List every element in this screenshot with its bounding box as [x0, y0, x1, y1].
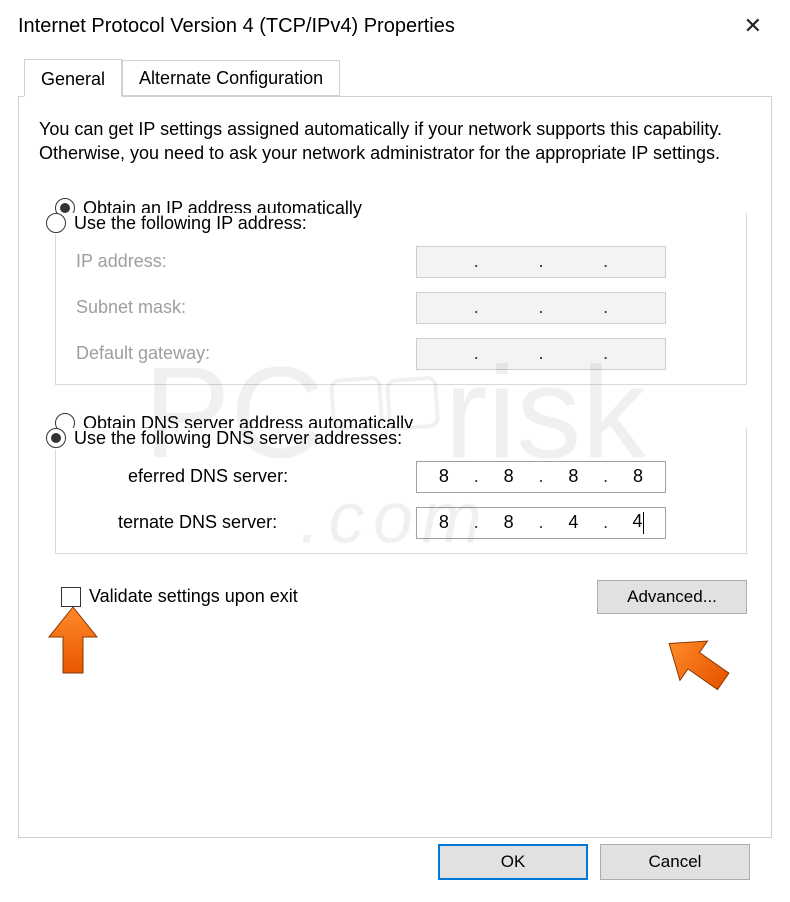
- radio-icon: [46, 428, 66, 448]
- tabs-row: General Alternate Configuration: [24, 58, 772, 96]
- ip-field-grid: IP address: ... Subnet mask: ... Default…: [76, 246, 732, 370]
- dns-field-grid: Preeferred DNS server: 8. 8. 8. 8 Altern…: [76, 461, 732, 539]
- dns-group: Use the following DNS server addresses: …: [55, 428, 747, 554]
- preferred-dns-label: Preeferred DNS server:: [76, 466, 336, 487]
- alternate-dns-label: Alternate DNS server:: [76, 512, 336, 533]
- ip-address-input: ...: [416, 246, 666, 278]
- dns-octet-val: 4: [633, 511, 643, 531]
- checkbox-icon: [61, 587, 81, 607]
- validate-settings-checkbox[interactable]: Validate settings upon exit: [61, 586, 298, 607]
- intro-text: You can get IP settings assigned automat…: [39, 117, 751, 166]
- radio-use-dns-label: Use the following DNS server addresses:: [74, 428, 402, 449]
- validate-settings-label: Validate settings upon exit: [89, 586, 298, 607]
- dot-icon: .: [603, 466, 608, 487]
- advanced-button[interactable]: Advanced...: [597, 580, 747, 614]
- dns-octet: 8: [549, 466, 597, 487]
- cancel-button[interactable]: Cancel: [600, 844, 750, 880]
- alternate-dns-input[interactable]: 8. 8. 4. 4: [416, 507, 666, 539]
- radio-use-ip[interactable]: Use the following IP address:: [46, 213, 319, 234]
- radio-use-dns[interactable]: Use the following DNS server addresses:: [46, 428, 414, 449]
- title-bar: Internet Protocol Version 4 (TCP/IPv4) P…: [0, 0, 790, 48]
- properties-window: Internet Protocol Version 4 (TCP/IPv4) P…: [0, 0, 790, 902]
- footer-buttons: OK Cancel: [438, 844, 750, 880]
- ip-address-group: Use the following IP address: IP address…: [55, 213, 747, 385]
- text-cursor: [643, 512, 644, 534]
- preferred-dns-input[interactable]: 8. 8. 8. 8: [416, 461, 666, 493]
- dot-icon: .: [474, 512, 479, 533]
- dot-icon: .: [538, 512, 543, 533]
- dns-octet: 8: [485, 466, 533, 487]
- dns-octet: 4: [549, 512, 597, 533]
- dns-octet: 4: [614, 511, 662, 533]
- dot-icon: .: [538, 466, 543, 487]
- tab-general[interactable]: General: [24, 59, 122, 97]
- radio-icon: [46, 213, 66, 233]
- annotation-arrow-left: [43, 605, 103, 677]
- ip-address-label: IP address:: [76, 251, 336, 272]
- dns-octet: 8: [614, 466, 662, 487]
- dot-icon: .: [603, 512, 608, 533]
- tab-alternate-config[interactable]: Alternate Configuration: [122, 60, 340, 96]
- ok-button[interactable]: OK: [438, 844, 588, 880]
- client-area: General Alternate Configuration PC risk …: [18, 58, 772, 884]
- bottom-row: Validate settings upon exit Advanced...: [39, 580, 751, 614]
- window-title: Internet Protocol Version 4 (TCP/IPv4) P…: [18, 15, 455, 38]
- subnet-mask-label: Subnet mask:: [76, 297, 336, 318]
- dns-octet: 8: [420, 512, 468, 533]
- subnet-mask-input: ...: [416, 292, 666, 324]
- default-gateway-input: ...: [416, 338, 666, 370]
- dns-octet: 8: [420, 466, 468, 487]
- default-gateway-label: Default gateway:: [76, 343, 336, 364]
- dns-octet: 8: [485, 512, 533, 533]
- close-button[interactable]: ✕: [734, 9, 772, 43]
- annotation-arrow-right: [650, 618, 743, 708]
- radio-use-ip-label: Use the following IP address:: [74, 213, 307, 234]
- dot-icon: .: [474, 466, 479, 487]
- tab-page-general: PC risk .com You can get IP settings ass…: [18, 96, 772, 838]
